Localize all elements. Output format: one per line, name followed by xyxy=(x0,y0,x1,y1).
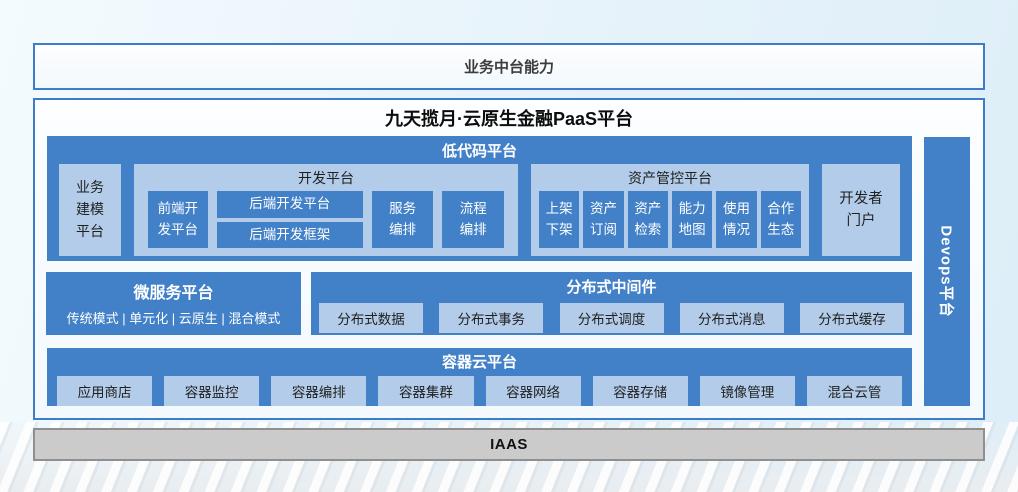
container-cloud-row: 应用商店 容器监控 容器编排 容器集群 容器网络 容器存储 镜像管理 混合云管 xyxy=(47,372,912,406)
middleware-tile-message: 分布式消息 xyxy=(680,303,784,333)
middleware-tile-data: 分布式数据 xyxy=(319,303,423,333)
cloud-tile-monitoring: 容器监控 xyxy=(164,376,259,406)
tile-line: 情况 xyxy=(723,220,750,240)
service-orchestration-tile: 服务 编排 xyxy=(372,191,434,248)
dev-platform-title: 开发平台 xyxy=(134,164,518,191)
iaas-label: IAAS xyxy=(490,436,528,453)
middleware-tile-scheduling: 分布式调度 xyxy=(560,303,664,333)
microservice-title: 微服务平台 xyxy=(46,279,301,303)
devops-platform-strip: Devops平台 xyxy=(924,137,970,406)
architecture-diagram: 业务中台能力 九天揽月·云原生金融PaaS平台 低代码平台 业务 建模 平台 开… xyxy=(0,0,1018,492)
tile-line: 业务 xyxy=(76,177,104,199)
middleware-row: 分布式数据 分布式事务 分布式调度 分布式消息 分布式缓存 xyxy=(311,297,912,333)
page-title: 九天揽月·云原生金融PaaS平台 xyxy=(35,105,983,131)
tile-line: 前端开 xyxy=(158,199,199,219)
tile-line: 开发者 xyxy=(839,188,883,210)
asset-tile-usage: 使用 情况 xyxy=(716,191,756,248)
asset-control-panel: 资产管控平台 上架 下架 资产 订阅 资产 检索 xyxy=(531,164,809,256)
asset-tile-cooperation: 合作 生态 xyxy=(761,191,801,248)
tile-line: 地图 xyxy=(679,220,706,240)
asset-control-title: 资产管控平台 xyxy=(531,164,809,191)
asset-tile-subscription: 资产 订阅 xyxy=(583,191,623,248)
iaas-bar: IAAS xyxy=(33,428,985,461)
tile-line: 编排 xyxy=(460,220,487,240)
cloud-tile-network: 容器网络 xyxy=(486,376,581,406)
process-orchestration-tile: 流程 编排 xyxy=(442,191,504,248)
tile-line: 能力 xyxy=(679,199,706,219)
microservice-platform-section: 微服务平台 传统模式 | 单元化 | 云原生 | 混合模式 xyxy=(46,272,301,335)
tile-line: 检索 xyxy=(634,220,661,240)
dev-platform-panel: 开发平台 前端开 发平台 后端开发平台 后端开发框架 服务 编排 xyxy=(134,164,518,256)
tile-line: 发平台 xyxy=(158,220,199,240)
backend-dev-framework-tile: 后端开发框架 xyxy=(217,222,363,249)
asset-tile-search: 资产 检索 xyxy=(628,191,668,248)
tile-line: 服务 xyxy=(389,199,416,219)
tile-line: 资产 xyxy=(590,199,617,219)
cloud-tile-storage: 容器存储 xyxy=(593,376,688,406)
tile-line: 门户 xyxy=(847,210,876,232)
asset-tile-capability-map: 能力 地图 xyxy=(672,191,712,248)
dev-platform-row: 前端开 发平台 后端开发平台 后端开发框架 服务 编排 流程 xyxy=(134,191,518,248)
business-middle-platform-bar: 业务中台能力 xyxy=(33,43,985,90)
cloud-tile-cluster: 容器集群 xyxy=(378,376,473,406)
devops-platform-label: Devops平台 xyxy=(937,225,958,317)
tile-line: 合作 xyxy=(767,199,794,219)
tile-line: 生态 xyxy=(767,220,794,240)
tile-line: 平台 xyxy=(76,221,104,243)
middleware-title: 分布式中间件 xyxy=(311,272,912,297)
tile-line: 建模 xyxy=(76,199,104,221)
tile-line: 编排 xyxy=(389,220,416,240)
microservice-modes: 传统模式 | 单元化 | 云原生 | 混合模式 xyxy=(46,308,301,327)
business-modeling-platform-tile: 业务 建模 平台 xyxy=(59,164,121,256)
lowcode-platform-title: 低代码平台 xyxy=(47,136,912,161)
asset-control-row: 上架 下架 资产 订阅 资产 检索 能力 地图 xyxy=(531,191,809,248)
tile-line: 订阅 xyxy=(590,220,617,240)
cloud-tile-app-store: 应用商店 xyxy=(57,376,152,406)
middleware-tile-transaction: 分布式事务 xyxy=(439,303,543,333)
frontend-dev-platform-tile: 前端开 发平台 xyxy=(148,191,208,248)
distributed-middleware-section: 分布式中间件 分布式数据 分布式事务 分布式调度 分布式消息 分布式缓存 xyxy=(311,272,912,335)
asset-tile-onoff-shelf: 上架 下架 xyxy=(539,191,579,248)
tile-line: 上架 xyxy=(546,199,573,219)
middleware-tile-cache: 分布式缓存 xyxy=(800,303,904,333)
container-cloud-section: 容器云平台 应用商店 容器监控 容器编排 容器集群 容器网络 容器存储 镜像管理… xyxy=(47,348,912,406)
lowcode-body: 业务 建模 平台 开发平台 前端开 发平台 后端开发平台 后端开发框架 xyxy=(47,161,912,256)
container-cloud-title: 容器云平台 xyxy=(47,348,912,372)
backend-dev-platform-tile: 后端开发平台 xyxy=(217,191,363,218)
tile-line: 资产 xyxy=(634,199,661,219)
lowcode-platform-section: 低代码平台 业务 建模 平台 开发平台 前端开 发平台 后端开发 xyxy=(47,136,912,261)
business-middle-platform-label: 业务中台能力 xyxy=(464,56,554,77)
tile-line: 流程 xyxy=(460,199,487,219)
paas-platform-box: 九天揽月·云原生金融PaaS平台 低代码平台 业务 建模 平台 开发平台 前端开… xyxy=(33,98,985,420)
cloud-tile-hybrid-cloud: 混合云管 xyxy=(807,376,902,406)
developer-portal-tile: 开发者 门户 xyxy=(822,164,900,256)
tile-line: 使用 xyxy=(723,199,750,219)
tile-line: 下架 xyxy=(546,220,573,240)
cloud-tile-image-mgmt: 镜像管理 xyxy=(700,376,795,406)
backend-dev-column: 后端开发平台 后端开发框架 xyxy=(217,191,363,248)
cloud-tile-orchestration: 容器编排 xyxy=(271,376,366,406)
